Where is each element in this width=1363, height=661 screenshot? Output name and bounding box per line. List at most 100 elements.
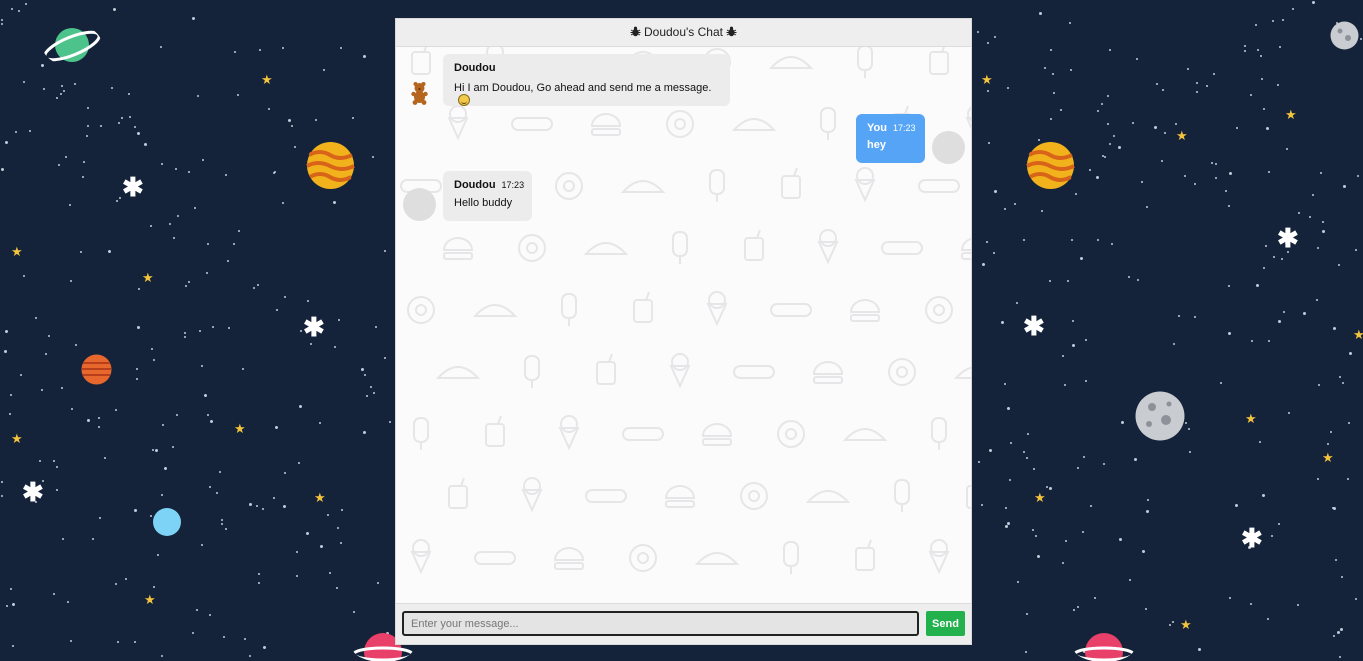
star-dot [319,544,323,548]
star-dot [1097,238,1100,241]
star-dot [175,168,178,170]
star-dot [1228,171,1232,175]
star-dot [988,141,991,144]
star-dot [196,609,199,612]
star-dot [282,504,286,508]
star-dot [205,272,208,275]
star-dot [1214,177,1217,180]
star-dot [297,461,300,464]
star-dot [257,581,260,584]
star-dot [1080,256,1084,260]
star-dot [1041,210,1044,213]
star-dot [4,330,8,334]
star-dot [149,225,152,228]
message-input[interactable] [402,611,919,636]
star-dot [1049,487,1053,491]
star-dot [1052,91,1055,94]
star-dot [175,413,178,416]
star-dot [115,583,118,586]
star-icon: ★ [1034,490,1046,505]
star-dot [188,281,191,284]
star-dot [1347,421,1350,424]
star-dot [1031,528,1034,531]
message-list[interactable]: Doudou Hi I am Doudou, Go ahead and send… [396,47,971,604]
star-dot [82,161,85,164]
star-dot [134,125,137,128]
star-dot [1065,539,1068,542]
star-dot [1037,555,1041,559]
star-dot [1085,338,1088,341]
star-dot [114,408,117,411]
star-dot [1346,478,1349,481]
star-icon: ★ [261,72,273,87]
star-dot [218,470,221,473]
star-dot [293,145,296,148]
message-bubble-incoming: Doudou Hi I am Doudou, Go ahead and send… [443,54,730,106]
star-dot [1144,608,1147,611]
star-dot [1332,326,1336,330]
star-dot [980,504,983,507]
star-dot [20,373,23,376]
send-button[interactable]: Send [926,611,965,636]
star-dot [1278,319,1282,323]
star-dot [1266,617,1269,620]
star-dot [336,587,339,590]
star-dot [225,173,228,176]
star-dot [1260,78,1263,80]
star-dot [1355,598,1357,601]
star-dot [1026,432,1029,435]
star-dot [1285,148,1288,151]
star-dot [1267,340,1270,343]
star-dot [183,336,186,339]
star-dot [212,325,214,328]
star-dot [282,47,285,49]
star-dot [249,503,253,506]
message-time: 17:23 [892,123,916,133]
sparkle-icon: ✱ [1277,223,1299,253]
star-dot [234,51,237,54]
star-dot [133,508,137,512]
star-dot [336,526,339,529]
star-dot [115,200,118,203]
star-dot [137,132,141,135]
star-dot [1263,266,1266,269]
star-dot [65,156,68,159]
star-dot [352,611,355,614]
star-dot [1330,430,1333,433]
star-dot [100,124,103,127]
star-dot [1051,72,1054,75]
star-dot [1173,343,1175,346]
sparkle-icon: ✱ [1241,523,1263,553]
star-dot [291,125,294,128]
star-dot [1250,339,1253,342]
star-dot [1174,122,1177,125]
star-dot [1072,320,1075,323]
star-dot [370,386,372,389]
star-dot [1017,581,1020,583]
star-dot [128,115,131,118]
star-dot [1046,486,1049,488]
star-dot [352,117,355,119]
star-dot [85,134,88,137]
star-dot [1026,612,1029,615]
star-dot [1147,499,1150,502]
star-dot [1001,321,1005,325]
star-dot [35,316,38,319]
star-dot [363,54,367,58]
star-dot [1076,467,1079,470]
star-dot [988,449,992,453]
star-dot [55,465,58,468]
composer-bar: Send [396,603,971,644]
star-dot [340,46,343,49]
star-dot [1250,93,1253,96]
star-dot [283,471,286,474]
star-dot [333,201,337,204]
star-dot [1113,134,1115,137]
star-dot [1121,420,1125,424]
star-dot [29,129,32,132]
star-dot [284,296,287,299]
star-dot [67,601,70,603]
star-dot [1211,162,1214,165]
star-dot [1060,109,1063,112]
star-dot [1261,493,1265,497]
